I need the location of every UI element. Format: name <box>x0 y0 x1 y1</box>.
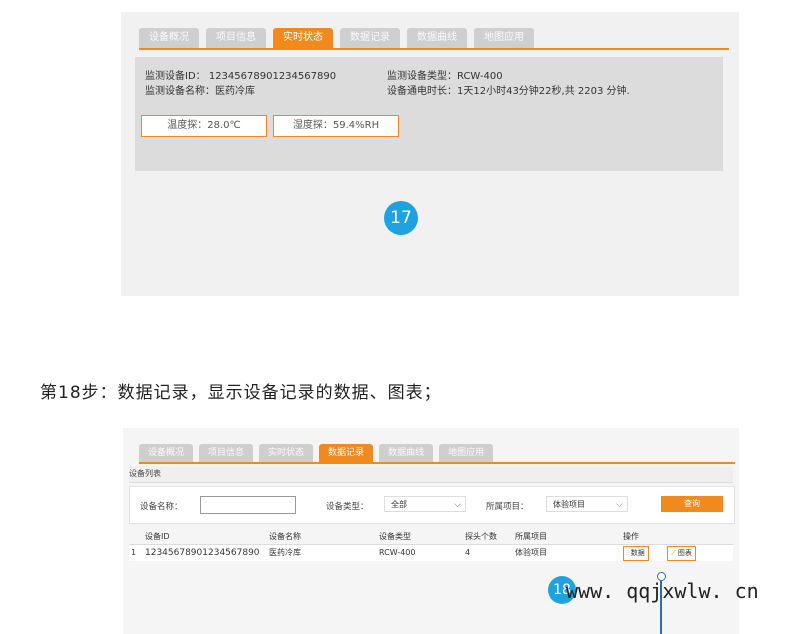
data-icon: ⫶ <box>627 549 629 557</box>
tab-data-curves[interactable]: 数据曲线 <box>407 28 467 48</box>
row-device-type: RCW-400 <box>379 548 416 557</box>
device-name-input[interactable] <box>200 496 296 514</box>
row-probe-count: 4 <box>465 548 471 557</box>
chart-icon: ⟋ <box>671 549 676 557</box>
tab-realtime-status[interactable]: 实时状态 <box>259 444 314 462</box>
device-list-title: 设备列表 <box>129 466 733 483</box>
tab-bar: 设备概况 项目信息 实时状态 数据记录 数据曲线 地图应用 <box>139 440 735 464</box>
step-18-heading: 第18步：数据记录，显示设备记录的数据、图表； <box>40 383 442 403</box>
chart-button-label: 图表 <box>677 549 692 557</box>
device-info-box: 监测设备ID： 12345678901234567890 监测设备名称：医药冷库… <box>135 57 723 171</box>
tab-realtime-status[interactable]: 实时状态 <box>273 28 333 48</box>
project-label: 所属项目： <box>486 502 529 512</box>
data-button-label: 数据 <box>630 549 645 557</box>
tab-data-records[interactable]: 数据记录 <box>319 444 374 462</box>
device-type-label: 设备类型： <box>326 502 369 512</box>
column-header: 设备类型 <box>379 532 411 541</box>
row-device-name: 医药冷库 <box>269 548 301 557</box>
column-header: 设备名称 <box>269 532 301 541</box>
humidity-probe-box: 湿度探：59.4%RH <box>273 115 399 137</box>
search-form: 设备名称： 设备类型： 全部 ⌵ 所属项目： 体验项目 ⌵ 查询 <box>129 486 735 524</box>
device-type-select[interactable]: 全部 ⌵ <box>384 496 466 512</box>
device-name-text: 监测设备名称：医药冷库 <box>145 86 255 97</box>
project-select[interactable]: 体验项目 ⌵ <box>546 496 628 512</box>
row-index: 1 <box>131 548 137 557</box>
tab-data-curves[interactable]: 数据曲线 <box>379 444 434 462</box>
watermark-text: www. qqjxwlw. cn <box>566 579 759 603</box>
tab-device-overview[interactable]: 设备概况 <box>139 28 199 48</box>
power-on-time-text: 设备通电时长：1天12小时43分钟22秒,共 2203 分钟. <box>387 86 630 97</box>
device-id-text: 监测设备ID： 12345678901234567890 <box>145 71 337 82</box>
realtime-status-panel: 设备概况 项目信息 实时状态 数据记录 数据曲线 地图应用 监测设备ID： 12… <box>121 12 739 296</box>
column-header: 探头个数 <box>465 532 497 541</box>
chevron-down-icon: ⌵ <box>454 500 461 510</box>
chevron-down-icon: ⌵ <box>616 500 623 510</box>
table-header: 设备ID 设备名称 设备类型 探头个数 所属项目 操作 <box>129 530 733 545</box>
query-button[interactable]: 查询 <box>661 496 723 512</box>
table-row[interactable]: 1 12345678901234567890 医药冷库 RCW-400 4 体验… <box>129 545 733 561</box>
tab-project-info[interactable]: 项目信息 <box>206 28 266 48</box>
tab-map-application[interactable]: 地图应用 <box>474 28 534 48</box>
column-header: 操作 <box>623 532 639 541</box>
row-device-id: 12345678901234567890 <box>145 548 260 558</box>
row-project: 体验项目 <box>515 548 547 557</box>
tab-data-records[interactable]: 数据记录 <box>340 28 400 48</box>
step-17-badge: 17 <box>384 201 418 235</box>
device-type-text: 监测设备类型：RCW-400 <box>387 71 503 82</box>
column-header: 设备ID <box>145 532 170 541</box>
tab-project-info[interactable]: 项目信息 <box>199 444 254 462</box>
device-type-value: 全部 <box>391 500 407 509</box>
column-header: 所属项目 <box>515 532 547 541</box>
device-name-label: 设备名称： <box>140 502 183 512</box>
tab-map-application[interactable]: 地图应用 <box>439 444 494 462</box>
project-value: 体验项目 <box>553 500 585 509</box>
temperature-probe-box: 温度探：28.0℃ <box>141 115 267 137</box>
chart-button[interactable]: ⟋ 图表 <box>667 546 696 561</box>
data-records-panel: 设备概况 项目信息 实时状态 数据记录 数据曲线 地图应用 设备列表 设备名称：… <box>123 428 739 634</box>
tab-bar: 设备概况 项目信息 实时状态 数据记录 数据曲线 地图应用 <box>139 24 729 50</box>
tab-device-overview[interactable]: 设备概况 <box>139 444 194 462</box>
data-button[interactable]: ⫶ 数据 <box>623 546 649 561</box>
